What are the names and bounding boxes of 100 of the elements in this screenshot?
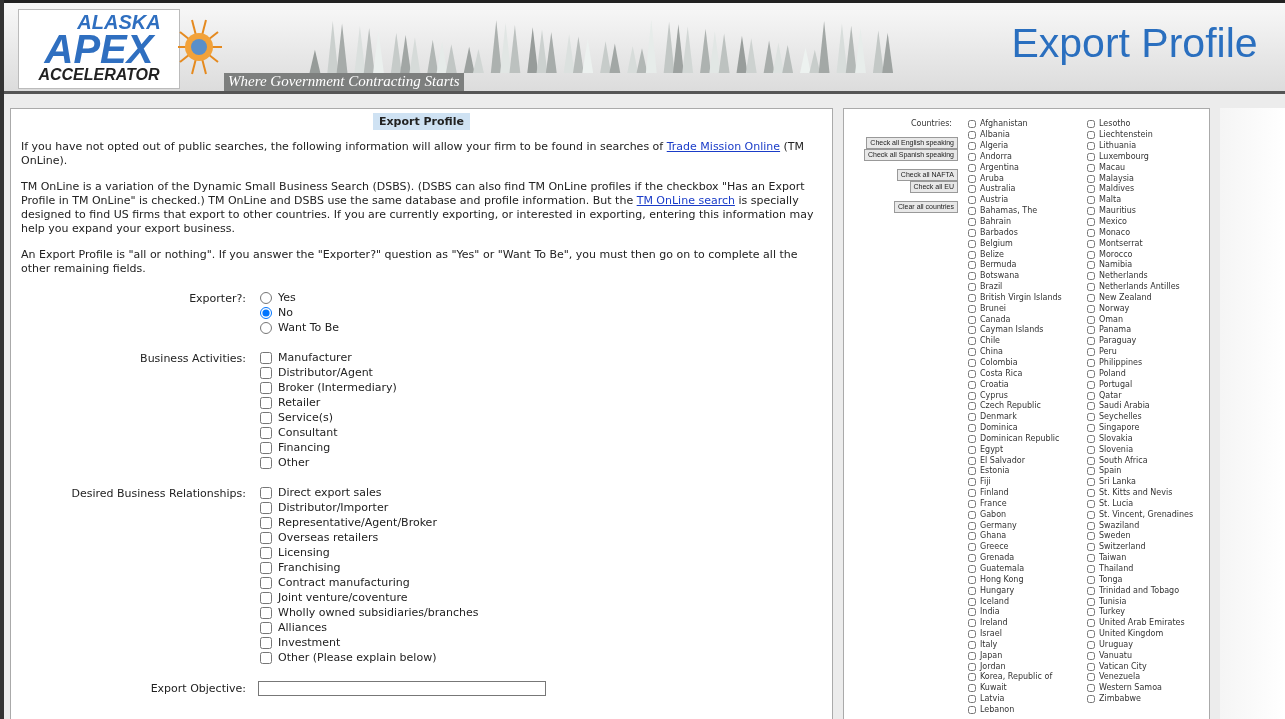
checkbox[interactable] — [1087, 424, 1095, 433]
checkbox[interactable] — [968, 261, 976, 270]
checkbox[interactable] — [1087, 640, 1095, 649]
checkbox[interactable] — [1087, 554, 1095, 563]
checkbox[interactable] — [968, 597, 976, 606]
radio-button[interactable] — [260, 291, 272, 304]
checkbox[interactable] — [968, 532, 976, 541]
checkbox[interactable] — [968, 630, 976, 639]
checkbox[interactable] — [1087, 152, 1095, 161]
checkbox[interactable] — [260, 486, 272, 499]
checkbox[interactable] — [968, 391, 976, 400]
checkbox[interactable] — [260, 366, 272, 379]
checkbox[interactable] — [1087, 250, 1095, 259]
checkbox[interactable] — [968, 272, 976, 281]
checkbox[interactable] — [968, 413, 976, 422]
checkbox[interactable] — [1087, 597, 1095, 606]
radio-button[interactable] — [260, 321, 272, 334]
checkbox[interactable] — [1087, 478, 1095, 487]
text-input[interactable] — [258, 681, 546, 696]
checkbox[interactable] — [968, 510, 976, 519]
checkbox[interactable] — [968, 369, 976, 378]
checkbox[interactable] — [260, 351, 272, 364]
checkbox[interactable] — [968, 554, 976, 563]
checkbox[interactable] — [1087, 575, 1095, 584]
checkbox[interactable] — [1087, 467, 1095, 476]
checkbox[interactable] — [1087, 586, 1095, 595]
checkbox[interactable] — [968, 304, 976, 313]
checkbox[interactable] — [968, 575, 976, 584]
checkbox[interactable] — [1087, 510, 1095, 519]
checkbox[interactable] — [1087, 391, 1095, 400]
checkbox[interactable] — [1087, 315, 1095, 324]
checkbox[interactable] — [968, 315, 976, 324]
checkbox[interactable] — [968, 196, 976, 205]
checkbox[interactable] — [1087, 565, 1095, 573]
checkbox[interactable] — [260, 591, 272, 604]
checkbox[interactable] — [968, 640, 976, 649]
checkbox[interactable] — [968, 174, 976, 183]
checkbox[interactable] — [968, 402, 976, 411]
checkbox[interactable] — [1087, 196, 1095, 205]
checkbox[interactable] — [1087, 142, 1095, 151]
checkbox[interactable] — [260, 561, 272, 574]
checkbox[interactable] — [1087, 543, 1095, 552]
checkbox[interactable] — [260, 396, 272, 409]
checkbox[interactable] — [1087, 695, 1095, 704]
checkbox[interactable] — [1087, 272, 1095, 281]
checkbox[interactable] — [968, 706, 976, 714]
checkbox[interactable] — [1087, 532, 1095, 541]
checkbox[interactable] — [968, 499, 976, 508]
link[interactable]: Trade Mission Online — [666, 140, 781, 153]
checkbox[interactable] — [968, 467, 976, 476]
checkbox[interactable] — [1087, 608, 1095, 617]
checkbox[interactable] — [1087, 120, 1095, 129]
checkbox[interactable] — [1087, 293, 1095, 302]
checkbox[interactable] — [1087, 228, 1095, 237]
checkbox[interactable] — [1087, 359, 1095, 367]
checkbox[interactable] — [260, 531, 272, 544]
checkbox[interactable] — [260, 426, 272, 439]
checkbox[interactable] — [1087, 413, 1095, 422]
checkbox[interactable] — [1087, 304, 1095, 313]
checkbox[interactable] — [260, 516, 272, 529]
checkbox[interactable] — [968, 673, 976, 682]
checkbox[interactable] — [968, 283, 976, 292]
checkbox[interactable] — [260, 441, 272, 454]
checkbox[interactable] — [968, 434, 976, 443]
checkbox[interactable] — [1087, 239, 1095, 248]
checkbox[interactable] — [968, 239, 976, 248]
checkbox[interactable] — [968, 131, 976, 140]
checkbox[interactable] — [968, 348, 976, 357]
checkbox[interactable] — [1087, 185, 1095, 194]
checkbox[interactable] — [968, 521, 976, 530]
checkbox[interactable] — [968, 142, 976, 151]
checkbox[interactable] — [968, 218, 976, 226]
checkbox[interactable] — [1087, 348, 1095, 357]
checkbox[interactable] — [260, 576, 272, 589]
checkbox[interactable] — [968, 619, 976, 628]
checkbox[interactable] — [1087, 684, 1095, 693]
checkbox[interactable] — [1087, 456, 1095, 465]
checkbox[interactable] — [260, 411, 272, 424]
checkbox[interactable] — [968, 207, 976, 216]
checkbox[interactable] — [1087, 489, 1095, 498]
checkbox[interactable] — [968, 228, 976, 237]
checkbox[interactable] — [968, 293, 976, 302]
checkbox[interactable] — [968, 456, 976, 465]
checkbox[interactable] — [1087, 163, 1095, 172]
checkbox[interactable] — [1087, 434, 1095, 443]
checkbox[interactable] — [1087, 261, 1095, 270]
checkbox[interactable] — [1087, 207, 1095, 216]
checkbox[interactable] — [968, 163, 976, 172]
checkbox[interactable] — [968, 651, 976, 660]
checkbox[interactable] — [968, 684, 976, 693]
link[interactable]: TM OnLine search — [636, 194, 735, 207]
checkbox[interactable] — [1087, 218, 1095, 226]
checkbox[interactable] — [968, 489, 976, 498]
checkbox[interactable] — [260, 636, 272, 649]
checkbox[interactable] — [1087, 673, 1095, 682]
checkbox[interactable] — [1087, 662, 1095, 671]
checkbox[interactable] — [968, 152, 976, 161]
checkbox[interactable] — [968, 608, 976, 617]
checkbox[interactable] — [968, 543, 976, 552]
checkbox[interactable] — [968, 565, 976, 573]
